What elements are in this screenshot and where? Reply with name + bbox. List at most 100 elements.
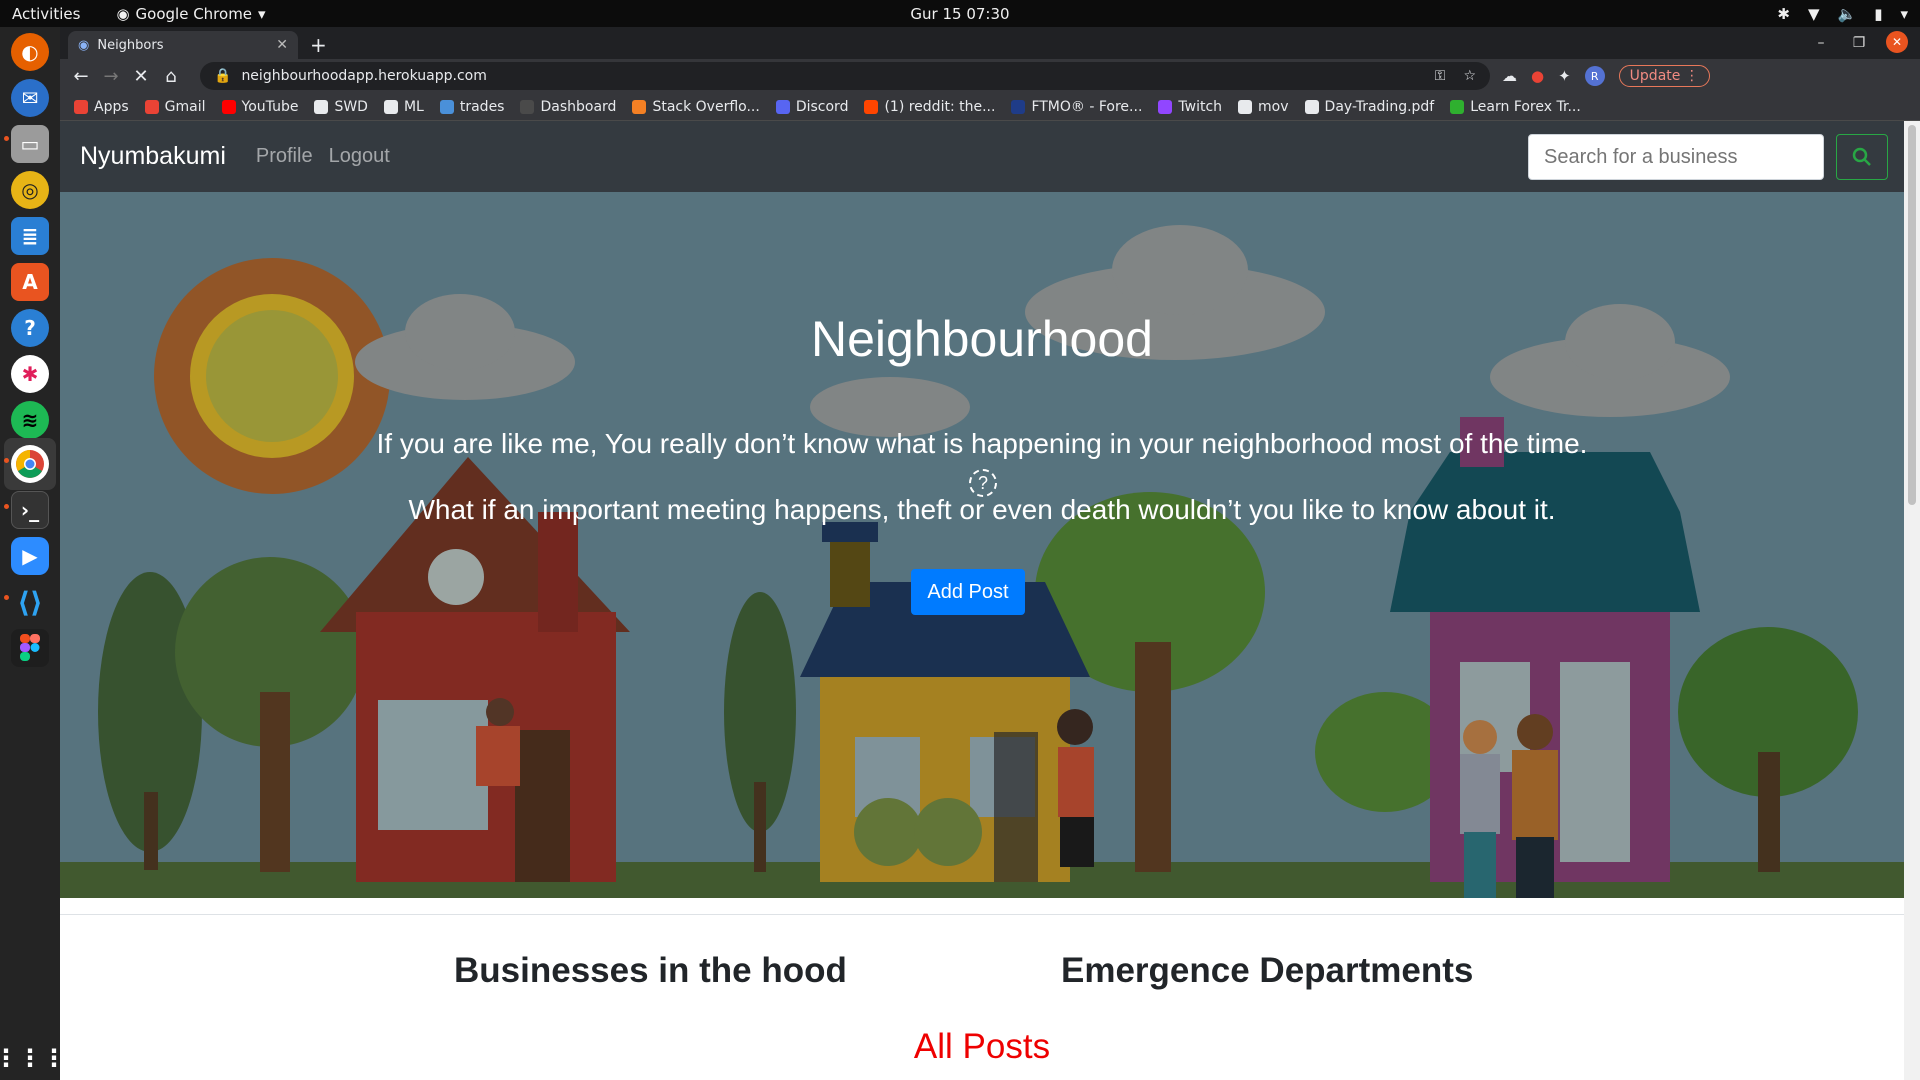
firefox-icon[interactable]: ◐: [11, 33, 49, 71]
volume-icon: 🔈: [1837, 4, 1857, 23]
bookmark-item[interactable]: Stack Overflo...: [632, 98, 760, 115]
bookmark-item[interactable]: ML: [383, 99, 424, 115]
bookmark-item[interactable]: mov: [1238, 99, 1289, 115]
bookmark-label: Day-Trading.pdf: [1324, 98, 1435, 115]
bookmark-favicon-icon: [632, 99, 647, 114]
page-viewport: Nyumbakumi Profile Logout Search for a b…: [60, 121, 1920, 1080]
bookmark-label: Apps: [94, 98, 129, 115]
bookmark-item[interactable]: SWD: [314, 99, 368, 115]
rhythmbox-icon[interactable]: ◎: [11, 171, 49, 209]
address-bar[interactable]: 🔒 neighbourhoodapp.herokuapp.com ⚿ ☆: [200, 62, 1490, 90]
thunderbird-icon[interactable]: ✉: [11, 79, 49, 117]
bookmark-label: Discord: [795, 98, 849, 115]
hero-banner: Neighbourhood If you are like me, You re…: [60, 192, 1904, 898]
chevron-down-icon: ▾: [1900, 4, 1908, 23]
back-button[interactable]: ←: [66, 66, 96, 87]
hero-intro-line-2: What if an important meeting happens, th…: [408, 494, 1556, 525]
terminal-icon[interactable]: ›_: [11, 491, 49, 529]
update-button[interactable]: Update ⋮: [1618, 65, 1710, 87]
update-label: Update: [1629, 68, 1681, 84]
writer-icon[interactable]: ≣: [11, 217, 49, 255]
bookmark-label: YouTube: [241, 98, 299, 115]
app-menu-label: Google Chrome: [135, 4, 253, 23]
system-tray[interactable]: ✱ ▼ 🔈 ▮ ▾: [1777, 5, 1908, 23]
bookmark-label: Gmail: [164, 98, 206, 115]
extension-cloud-icon[interactable]: ☁: [1502, 67, 1517, 85]
bookmark-favicon-icon: [1450, 99, 1465, 114]
bookmark-label: Learn Forex Tr...: [1470, 98, 1581, 115]
business-search-input[interactable]: [1528, 134, 1824, 180]
forward-button[interactable]: →: [96, 66, 126, 87]
bookmark-label: mov: [1258, 98, 1289, 115]
slack-tray-icon[interactable]: ✱: [1777, 5, 1790, 23]
bookmark-item[interactable]: (1) reddit: the...: [864, 99, 995, 115]
logout-link[interactable]: Logout: [329, 145, 390, 168]
files-icon[interactable]: ▭: [11, 125, 49, 163]
restore-button[interactable]: ❐: [1840, 31, 1878, 55]
help-icon[interactable]: ?: [11, 309, 49, 347]
home-button[interactable]: ⌂: [156, 66, 186, 87]
chrome-icon[interactable]: [11, 445, 49, 483]
profile-link[interactable]: Profile: [256, 145, 313, 168]
clock[interactable]: Gur 15 07:30: [910, 5, 1009, 23]
slack-icon[interactable]: ✱: [11, 355, 49, 393]
running-indicator: [4, 504, 9, 509]
software-center-icon[interactable]: A: [11, 263, 49, 301]
bookmark-item[interactable]: Dashboard: [520, 99, 616, 115]
bookmark-favicon-icon: [144, 99, 159, 114]
browser-tab[interactable]: ◉ Neighbors ✕: [68, 31, 298, 59]
search-icon: [1852, 147, 1871, 166]
search-button[interactable]: [1836, 134, 1888, 180]
activities-button[interactable]: Activities: [12, 5, 80, 23]
key-icon[interactable]: ⚿: [1435, 68, 1446, 84]
bookmark-label: trades: [459, 98, 505, 115]
tab-strip: ◉ Neighbors ✕ + – ❐ ✕: [60, 27, 1920, 59]
scrollbar-thumb[interactable]: [1908, 125, 1916, 505]
show-apps-grid-icon[interactable]: ⋮⋮⋮: [0, 1039, 66, 1077]
figma-icon[interactable]: [11, 629, 49, 667]
battery-icon: ▮: [1874, 4, 1883, 23]
bookmark-label: Dashboard: [540, 98, 617, 115]
bookmark-item[interactable]: Learn Forex Tr...: [1450, 99, 1581, 115]
running-indicator: [4, 595, 9, 600]
bookmark-item[interactable]: FTMO® - Fore...: [1011, 99, 1142, 115]
chrome-app-icon: ◉: [116, 4, 130, 23]
zoom-icon[interactable]: ▶: [11, 537, 49, 575]
extensions-puzzle-icon[interactable]: ✦: [1558, 67, 1571, 85]
bookmark-item[interactable]: YouTube: [221, 98, 299, 115]
bookmark-favicon-icon: [1158, 99, 1173, 114]
businesses-heading[interactable]: Businesses in the hood: [454, 951, 847, 991]
bookmark-item[interactable]: Gmail: [144, 98, 206, 115]
bookmark-item[interactable]: Apps: [74, 99, 129, 115]
vscode-icon[interactable]: ⟨⟩: [11, 583, 49, 621]
bookmark-favicon-icon: [1011, 99, 1026, 114]
lock-icon: 🔒: [214, 68, 232, 84]
new-tab-button[interactable]: +: [310, 33, 327, 57]
app-menu[interactable]: ◉ Google Chrome ▾: [116, 5, 265, 23]
close-tab-icon[interactable]: ✕: [276, 37, 288, 53]
site-brand-link[interactable]: Nyumbakumi: [80, 142, 226, 171]
bookmark-label: Stack Overflo...: [652, 98, 760, 115]
bookmark-item[interactable]: Twitch: [1158, 99, 1222, 115]
bookmark-favicon-icon: [221, 99, 236, 114]
bookmark-favicon-icon: [74, 99, 88, 114]
bookmark-item[interactable]: trades: [439, 98, 505, 115]
site-navbar: Nyumbakumi Profile Logout: [60, 121, 1904, 192]
emergency-departments-heading[interactable]: Emergence Departments: [1061, 951, 1473, 991]
system-top-bar: Activities ◉ Google Chrome ▾ Gur 15 07:3…: [0, 0, 1920, 27]
add-post-button[interactable]: Add Post: [911, 569, 1025, 615]
stop-loading-button[interactable]: ✕: [126, 66, 156, 87]
spotify-icon[interactable]: ≋: [11, 401, 49, 439]
bookmark-star-icon[interactable]: ☆: [1463, 68, 1476, 84]
bookmark-item[interactable]: Day-Trading.pdf: [1304, 98, 1435, 115]
close-window-button[interactable]: ✕: [1886, 31, 1908, 53]
help-question-icon[interactable]: ?: [969, 469, 997, 497]
minimize-button[interactable]: –: [1802, 31, 1840, 55]
profile-avatar[interactable]: R: [1584, 66, 1605, 86]
bookmark-item[interactable]: Discord: [775, 98, 849, 115]
page-scrollbar[interactable]: [1904, 121, 1920, 1080]
bookmark-favicon-icon: [439, 99, 454, 114]
browser-toolbar: ← → ✕ ⌂ 🔒 neighbourhoodapp.herokuapp.com…: [60, 59, 1920, 93]
extension-record-icon[interactable]: ●: [1531, 67, 1544, 85]
bookmark-favicon-icon: [1238, 99, 1253, 114]
